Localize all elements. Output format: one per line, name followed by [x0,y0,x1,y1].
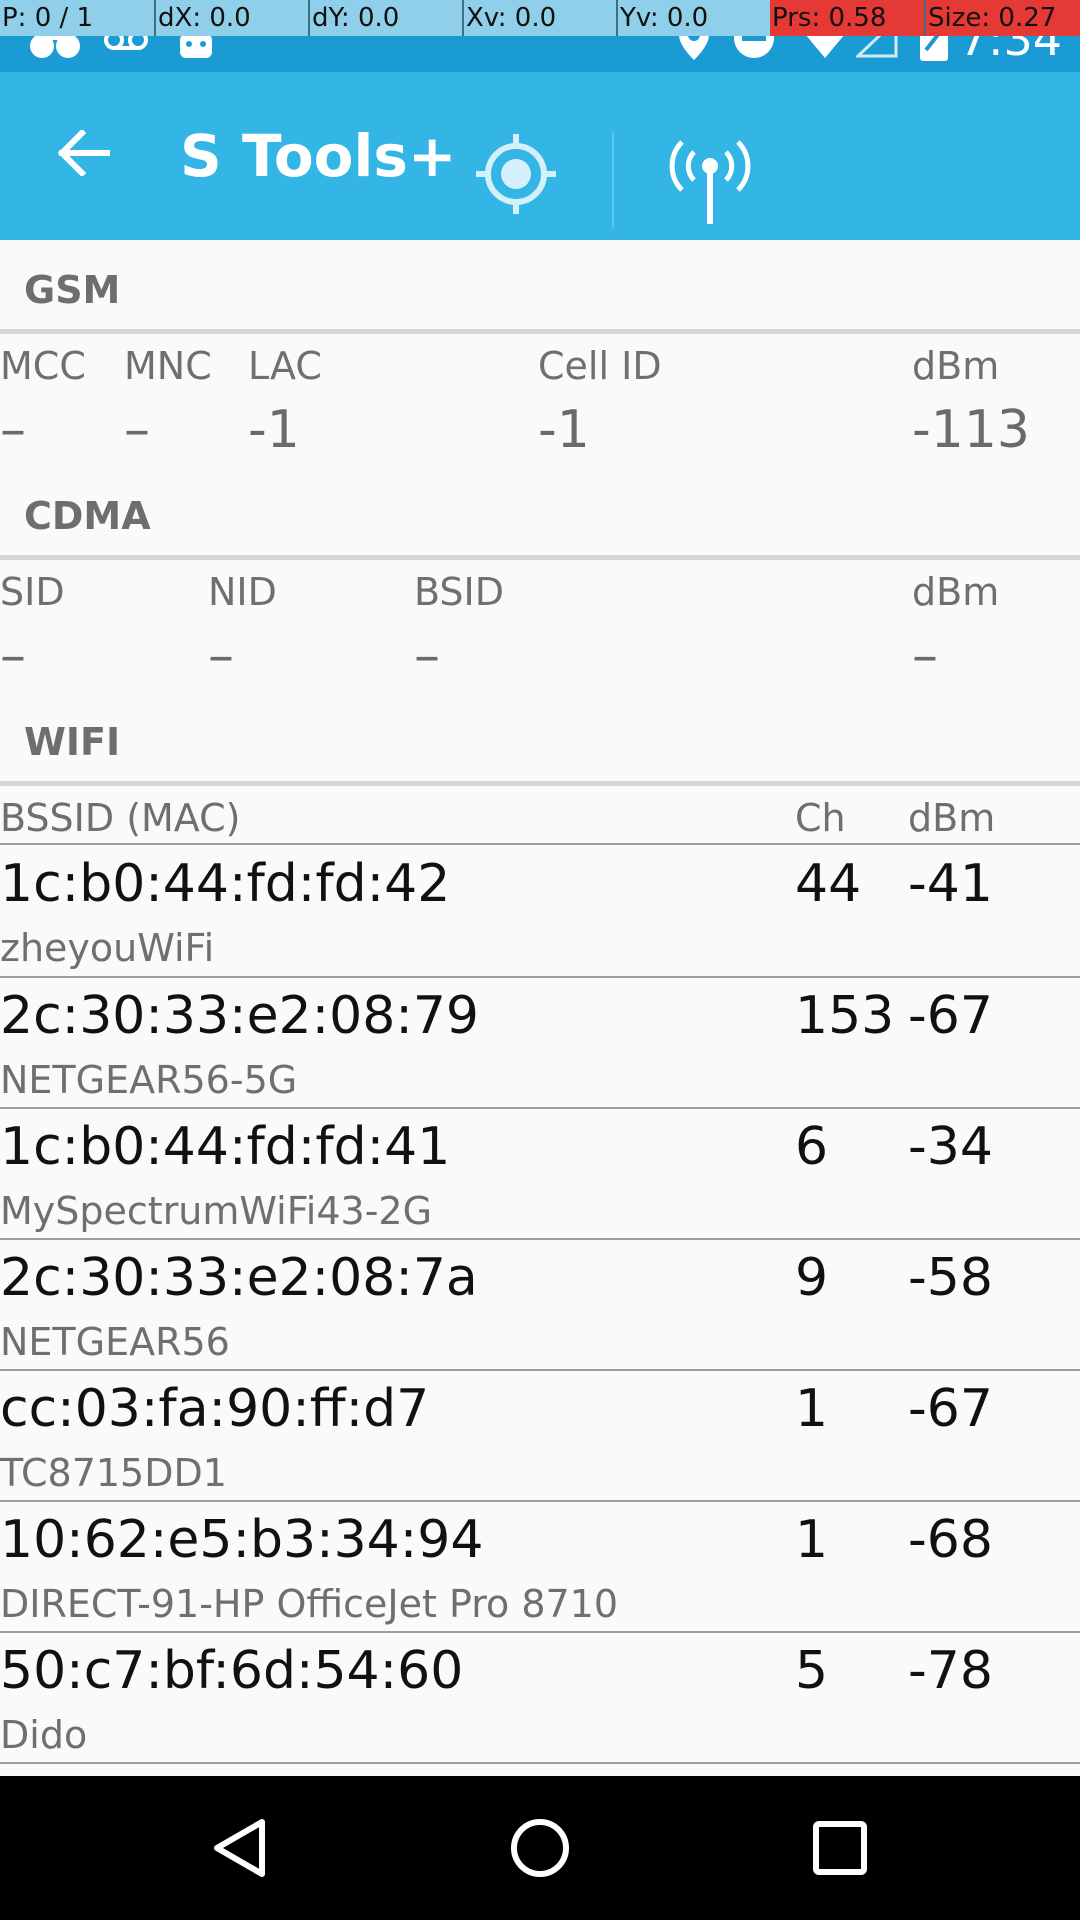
cdma-dbm-value: – [912,626,938,686]
gps-target-icon [476,134,556,214]
cdma-bsid-label: BSID [414,570,504,614]
gsm-mcc-value: – [0,400,26,460]
cdma-dbm-label: dBm [912,570,1000,614]
gsm-divider [0,329,1080,334]
app-title: S Tools+ [180,122,457,190]
nav-recents-icon [813,1821,867,1875]
gsm-mcc-label: MCC [0,344,86,388]
wifi-signal-dbm: -34 [908,1117,993,1177]
wifi-signal-dbm: -67 [908,986,993,1046]
wifi-header-divider [0,843,1080,845]
list-item[interactable]: 1c:b0:44:fd:fd:41 MySpectrumWiFi43-2G 6 … [0,1109,1080,1240]
tab-gps[interactable] [470,128,562,220]
wifi-channel: 1 [795,1379,829,1439]
row-divider [0,1762,1080,1764]
nav-home-icon [511,1819,569,1877]
debug-pointer-count: P: 0 / 1 [2,3,94,33]
gsm-mnc-value: – [124,400,150,460]
gsm-cellid-value: -1 [538,400,590,460]
navigation-bar [0,1776,1080,1920]
arrow-back-icon[interactable] [58,130,110,176]
cdma-nid-value: – [208,626,234,686]
wifi-bssid: 10:62:e5:b3:34:94 [0,1510,484,1570]
wifi-signal-dbm: -58 [908,1248,993,1308]
wifi-ssid: MySpectrumWiFi43-2G [0,1189,433,1233]
list-item[interactable]: 50:c7:bf:6d:54:60 Dido 5 -78 [0,1633,1080,1764]
wifi-signal-dbm: -68 [908,1510,993,1570]
list-item[interactable]: 2c:30:33:e2:08:7a NETGEAR56 9 -58 [0,1240,1080,1371]
nav-back-icon [214,1819,265,1877]
wifi-bssid: 2c:30:33:e2:08:7a [0,1248,478,1308]
tab-divider [612,132,614,228]
wifi-signal-dbm: -78 [908,1641,993,1701]
wifi-divider [0,781,1080,786]
cdma-section-header: CDMA [24,494,151,538]
wifi-bssid-column-header: BSSID (MAC) [0,796,241,840]
gsm-dbm-value: -113 [912,400,1031,460]
tab-cell-tower[interactable] [666,138,754,234]
wifi-channel: 153 [795,986,895,1046]
wifi-ch-column-header: Ch [795,796,846,840]
wifi-dbm-column-header: dBm [908,796,996,840]
wifi-ssid: NETGEAR56 [0,1320,230,1364]
wifi-bssid: 1c:b0:44:fd:fd:41 [0,1117,451,1177]
list-item[interactable]: 2c:30:33:e2:08:79 NETGEAR56-5G 153 -67 [0,978,1080,1109]
pointer-debug-overlay: P: 0 / 1 dX: 0.0 dY: 0.0 Xv: 0.0 Yv: 0.0… [0,0,1080,36]
debug-pressure: Prs: 0.58 [770,0,924,36]
status-bar: 7:34 P: 0 / 1 dX: 0.0 dY: 0.0 Xv: 0.0 Yv… [0,0,1080,72]
wifi-ssid: NETGEAR56-5G [0,1058,298,1102]
wifi-ssid: DIRECT-91-HP OfficeJet Pro 8710 [0,1582,619,1626]
cdma-sid-value: – [0,626,26,686]
cdma-bsid-value: – [414,626,440,686]
debug-dy: dY: 0.0 [308,0,462,36]
wifi-channel: 5 [795,1641,829,1701]
wifi-signal-dbm: -41 [908,854,993,914]
cdma-sid-label: SID [0,570,65,614]
gsm-dbm-label: dBm [912,344,1000,388]
wifi-channel: 1 [795,1510,829,1570]
list-item[interactable]: 10:62:e5:b3:34:94 DIRECT-91-HP OfficeJet… [0,1502,1080,1633]
nav-home-button[interactable] [460,1776,620,1920]
debug-dx: dX: 0.0 [154,0,308,36]
wifi-signal-dbm: -67 [908,1379,993,1439]
debug-yv: Yv: 0.0 [616,0,770,36]
gsm-cellid-label: Cell ID [538,344,662,388]
debug-size: Size: 0.27 [924,0,1080,36]
wifi-bssid: 2c:30:33:e2:08:79 [0,986,480,1046]
wifi-ssid: zheyouWiFi [0,926,215,970]
wifi-section-header: WIFI [24,720,121,764]
cell-tower-icon [669,140,751,224]
wifi-channel: 44 [795,854,862,914]
list-item[interactable]: cc:03:fa:90:ff:d7 TC8715DD1 1 -67 [0,1371,1080,1502]
wifi-bssid: 1c:b0:44:fd:fd:42 [0,854,451,914]
nav-back-button[interactable] [160,1776,320,1920]
gsm-section-header: GSM [24,268,121,312]
list-item[interactable]: 1c:b0:44:fd:fd:42 zheyouWiFi 44 -41 [0,846,1080,977]
cdma-divider [0,555,1080,560]
debug-xv: Xv: 0.0 [462,0,616,36]
wifi-ssid: Dido [0,1713,88,1757]
gsm-lac-value: -1 [248,400,300,460]
wifi-ssid: TC8715DD1 [0,1451,227,1495]
gsm-mnc-label: MNC [124,344,212,388]
wifi-bssid: 50:c7:bf:6d:54:60 [0,1641,464,1701]
nav-recents-button[interactable] [760,1776,920,1920]
wifi-channel: 6 [795,1117,829,1177]
gsm-lac-label: LAC [248,344,322,388]
app-bar: S Tools+ [0,72,1080,240]
wifi-bssid: cc:03:fa:90:ff:d7 [0,1379,430,1439]
cdma-nid-label: NID [208,570,277,614]
wifi-channel: 9 [795,1248,829,1308]
